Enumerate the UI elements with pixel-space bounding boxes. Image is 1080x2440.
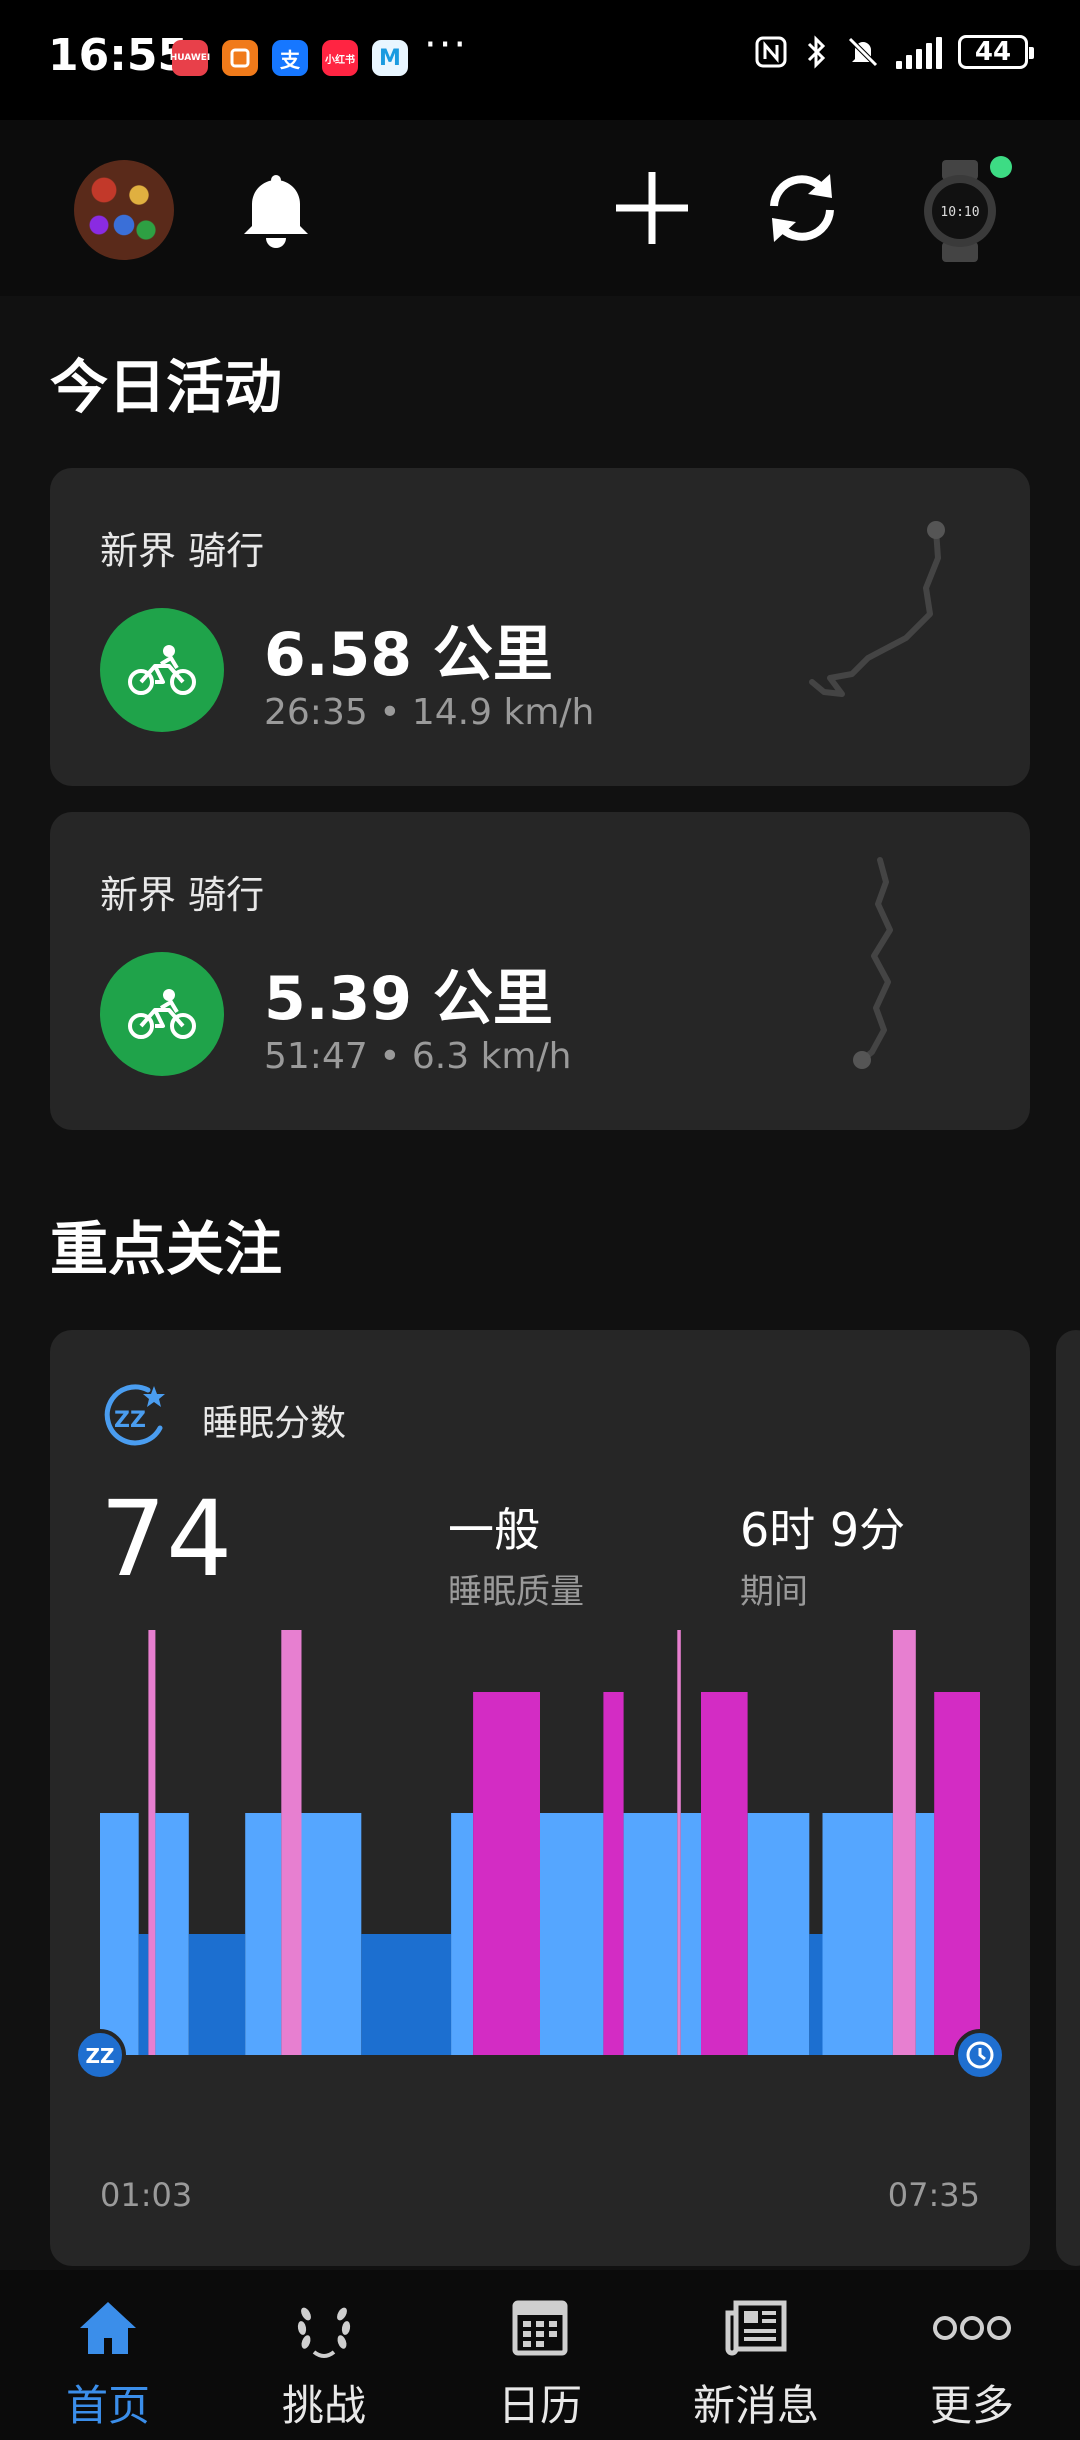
alipay-app-icon: 支 <box>272 40 308 76</box>
activity-card-1[interactable]: 新界 骑行 6.58 公里 26:35 • 14.9 km/h <box>50 468 1030 786</box>
home-icon <box>0 2290 216 2366</box>
xiaohongshu-app-icon: 小红书 <box>322 40 358 76</box>
activity-distance: 5.39 公里 <box>264 964 553 1034</box>
wake-time-icon <box>954 2029 1006 2081</box>
sleep-stage-bar-light <box>623 1813 678 2055</box>
bottom-navigation: 首页 挑战 日历 新消息 更多 <box>0 2270 1080 2440</box>
nav-home[interactable]: 首页 <box>0 2290 216 2433</box>
nav-challenges[interactable]: 挑战 <box>216 2290 432 2433</box>
battery-icon: 44 <box>958 35 1034 69</box>
sleep-end-time: 07:35 <box>887 2176 980 2214</box>
signal-icon <box>896 35 942 69</box>
nfc-icon <box>755 36 787 68</box>
sleep-stage-bar-rem <box>934 1692 980 2055</box>
status-bar: 16:55 HUAWEI 支 小红书 M ··· 44 <box>0 0 1080 120</box>
sleep-score-label: 睡眠分数 <box>202 1403 347 1444</box>
sleep-score-value: 74 <box>100 1478 233 1600</box>
sleep-stage-bar-light <box>100 1813 139 2055</box>
sleep-stage-bar-light <box>301 1813 362 2055</box>
sleep-stage-bar-deep <box>188 1934 246 2055</box>
sleep-stage-bar-rem <box>701 1692 748 2055</box>
laurel-icon <box>216 2290 432 2366</box>
sleep-stage-bar-light <box>915 1813 935 2055</box>
sleep-stage-bar-rem <box>473 1692 540 2055</box>
home-app-icon <box>222 40 258 76</box>
watch-icon[interactable]: 10:10 <box>912 156 1012 266</box>
news-icon <box>648 2290 864 2366</box>
calendar-icon <box>432 2290 648 2366</box>
sleep-duration-label: 期间 <box>740 1572 808 1612</box>
activity-distance: 6.58 公里 <box>264 620 553 690</box>
plus-icon[interactable] <box>612 168 692 252</box>
avatar[interactable] <box>74 160 174 260</box>
sleep-quality-label: 睡眠质量 <box>448 1572 584 1612</box>
sleep-stage-bar-awake <box>281 1630 302 2055</box>
sleep-quality-value: 一般 <box>448 1503 540 1557</box>
sleep-stage-bar-deep <box>809 1934 823 2055</box>
sleep-stage-bar-awake <box>677 1630 681 2055</box>
nav-news[interactable]: 新消息 <box>648 2290 864 2433</box>
activity-label: 新界 骑行 <box>100 529 265 573</box>
app-header: 10:10 <box>0 120 1080 296</box>
sleep-stage-bar-deep <box>138 1934 149 2055</box>
metro-app-icon: M <box>372 40 408 76</box>
bluetooth-icon <box>807 35 826 69</box>
sleep-stage-bar-light <box>245 1813 282 2055</box>
sleep-stage-bar-light <box>822 1813 893 2055</box>
next-focus-card[interactable] <box>1056 1330 1080 2266</box>
activity-meta: 26:35 • 14.9 km/h <box>264 692 595 733</box>
status-time: 16:55 <box>48 30 189 81</box>
nav-calendar-label: 日历 <box>497 2381 582 2430</box>
nav-news-label: 新消息 <box>692 2381 819 2430</box>
svg-text:ZZ: ZZ <box>114 1408 146 1433</box>
sleep-quality: 一般 睡眠质量 <box>448 1494 584 1613</box>
svg-text:ZZ: ZZ <box>85 2044 114 2068</box>
cycling-icon <box>100 952 224 1076</box>
mute-bell-icon <box>848 37 878 67</box>
more-icon <box>864 2290 1080 2366</box>
sleep-start-icon: ZZ <box>74 2029 126 2081</box>
sleep-stage-bar-light <box>540 1813 604 2055</box>
route-map-thumbnail <box>809 521 945 697</box>
activity-card-2[interactable]: 新界 骑行 5.39 公里 51:47 • 6.3 km/h <box>50 812 1030 1130</box>
sleep-stage-bar-rem <box>603 1692 624 2055</box>
route-map-thumbnail <box>853 857 893 1069</box>
sync-icon[interactable] <box>760 166 844 254</box>
nav-more[interactable]: 更多 <box>864 2290 1080 2433</box>
nav-more-label: 更多 <box>929 2381 1014 2430</box>
sleep-score-card[interactable]: ZZ 睡眠分数 74 一般 睡眠质量 6时 9分 期间 ZZ 01:03 07:… <box>50 1330 1030 2266</box>
system-status-icons: 44 <box>754 34 1034 70</box>
svg-text:10:10: 10:10 <box>940 205 979 220</box>
sleep-stage-bar-awake <box>892 1630 916 2055</box>
sleep-stage-bar-light <box>680 1813 701 2055</box>
sleep-stage-bar-awake <box>148 1630 156 2055</box>
bell-icon[interactable] <box>238 168 314 256</box>
sleep-stage-bar-light <box>155 1813 189 2055</box>
activity-meta: 51:47 • 6.3 km/h <box>264 1036 572 1077</box>
sleep-stage-bar-deep <box>361 1934 452 2055</box>
nav-calendar[interactable]: 日历 <box>432 2290 648 2433</box>
notification-app-icons: HUAWEI 支 小红书 M <box>170 40 408 76</box>
sleep-zz-icon: ZZ <box>102 1382 168 1452</box>
cycling-icon <box>100 608 224 732</box>
sleep-stage-chart: ZZ <box>74 1630 1006 2081</box>
huawei-app-icon: HUAWEI <box>170 40 210 76</box>
sleep-duration: 6时 9分 期间 <box>740 1494 905 1613</box>
nav-home-label: 首页 <box>65 2381 150 2430</box>
activity-label: 新界 骑行 <box>100 873 265 917</box>
sleep-duration-value: 6时 9分 <box>740 1503 906 1557</box>
watch-connected-dot <box>990 156 1012 178</box>
focus-title: 重点关注 <box>50 1215 283 1283</box>
sleep-start-time: 01:03 <box>100 2176 193 2214</box>
sleep-stage-bar-light <box>451 1813 474 2055</box>
today-activity-title: 今日活动 <box>50 353 283 421</box>
sleep-stage-bar-light <box>747 1813 810 2055</box>
nav-challenges-label: 挑战 <box>281 2381 366 2430</box>
more-notifications-icon: ··· <box>424 22 469 68</box>
